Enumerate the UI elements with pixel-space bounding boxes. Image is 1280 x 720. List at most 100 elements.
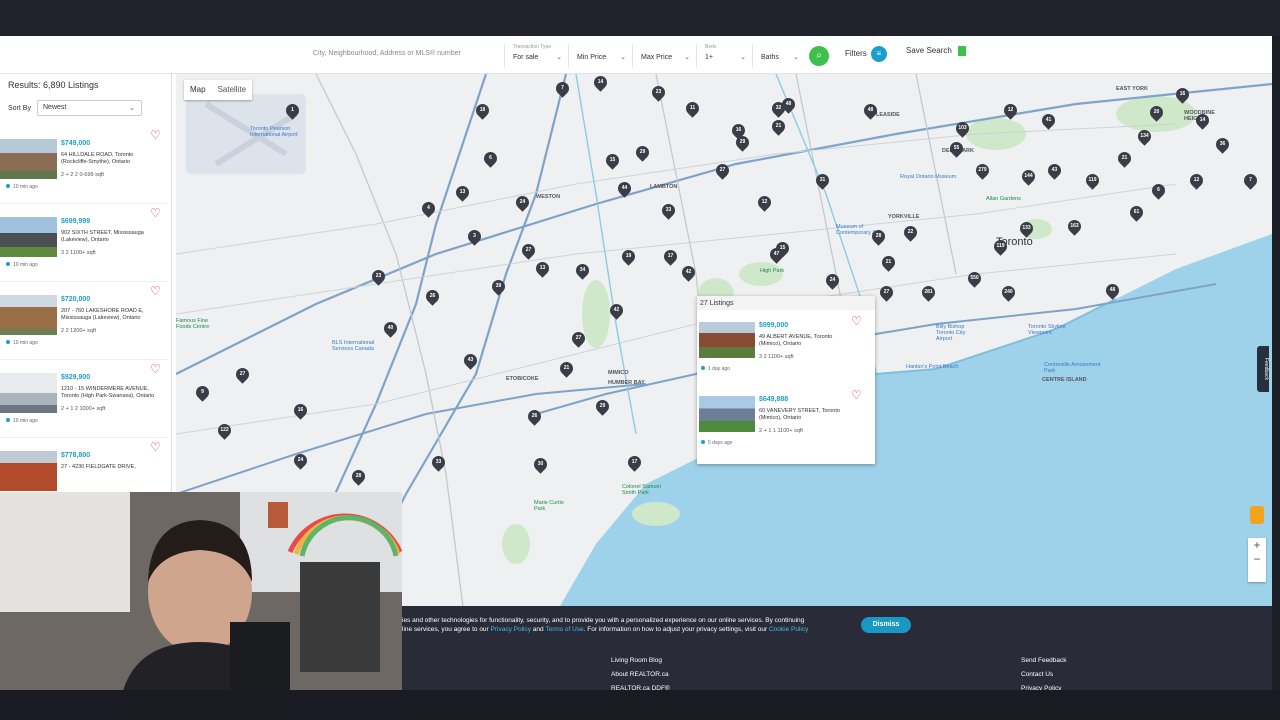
listing-price[interactable]: $699,999	[61, 218, 90, 225]
cookie-policy-link[interactable]: Cookie Policy	[769, 626, 808, 633]
listing-address[interactable]: 49 ALBERT AVENUE, Toronto (Mimico), Onta…	[759, 334, 849, 348]
map-pin[interactable]: 24	[513, 193, 532, 212]
listing-photo[interactable]	[0, 217, 57, 257]
map-pin[interactable]: 19	[619, 247, 638, 266]
listing-price[interactable]: $649,888	[759, 396, 788, 403]
map-pin[interactable]: 21	[1115, 149, 1134, 168]
map-pin[interactable]: 48	[861, 101, 880, 120]
map-pin[interactable]: 47	[767, 245, 786, 264]
map-pin[interactable]: 17	[661, 247, 680, 266]
map-pin[interactable]: 48	[779, 95, 798, 114]
map-pin[interactable]: 29	[593, 397, 612, 416]
map-pin[interactable]: 27	[519, 241, 538, 260]
map-pin[interactable]: 24	[291, 451, 310, 470]
listing-address[interactable]: 1210 - 15 WINDERMERE AVENUE, Toronto (Hi…	[61, 386, 161, 400]
favorite-heart-icon[interactable]: ♡	[150, 440, 161, 454]
footer-link[interactable]: Privacy Policy	[1021, 682, 1067, 690]
map-pin[interactable]: 134	[1135, 127, 1154, 146]
map-pin[interactable]: 36	[1213, 135, 1232, 154]
save-search-button[interactable]: Save Search	[906, 46, 966, 56]
favorite-heart-icon[interactable]: ♡	[851, 314, 862, 328]
map-pin[interactable]: 21	[557, 359, 576, 378]
map-pin[interactable]: 12	[1001, 101, 1020, 120]
map-pin[interactable]: 6	[1149, 181, 1168, 200]
listing-photo[interactable]	[0, 451, 57, 491]
zoom-in-button[interactable]: +	[1248, 538, 1266, 552]
map-pin[interactable]: 40	[381, 319, 400, 338]
map-pin[interactable]: 103	[953, 119, 972, 138]
favorite-heart-icon[interactable]: ♡	[851, 388, 862, 402]
map-pin[interactable]: 33	[429, 453, 448, 472]
map-pin[interactable]: 41	[1039, 111, 1058, 130]
map-pin[interactable]: 4	[419, 199, 438, 218]
map-pin[interactable]: 28	[869, 227, 888, 246]
map-pin[interactable]: 31	[813, 171, 832, 190]
popup-listing-card[interactable]: ♡ $999,000 49 ALBERT AVENUE, Toronto (Mi…	[697, 314, 869, 388]
popup-listing-card[interactable]: ♡ $649,888 60 VANEVERY STREET, Toronto (…	[697, 388, 869, 462]
map-pin[interactable]: 48	[1103, 281, 1122, 300]
listing-address[interactable]: 207 - 760 LAKESHORE ROAD E, Mississauga …	[61, 308, 161, 322]
search-button[interactable]: ⌕	[809, 46, 829, 66]
map-pin[interactable]: 3	[465, 227, 484, 246]
map-pin[interactable]: 24	[823, 271, 842, 290]
map-pin[interactable]: 279	[973, 161, 992, 180]
listing-price[interactable]: $929,900	[61, 374, 90, 381]
map-pin[interactable]: 12	[755, 193, 774, 212]
map-pin[interactable]: 44	[615, 179, 634, 198]
favorite-heart-icon[interactable]: ♡	[150, 362, 161, 376]
listing-card[interactable]: ♡ $749,000 64 HILLDALE ROAD, Toronto (Ro…	[0, 126, 168, 204]
footer-link[interactable]: Living Room Blog	[611, 654, 670, 668]
listing-photo[interactable]	[699, 396, 755, 432]
map-pin[interactable]: 21	[769, 117, 788, 136]
map-pin[interactable]: 16	[291, 401, 310, 420]
listing-card[interactable]: ♡ $720,000 207 - 760 LAKESHORE ROAD E, M…	[0, 282, 168, 360]
listing-address[interactable]: 64 HILLDALE ROAD, Toronto (Rockcliffe-Sm…	[61, 152, 161, 166]
map-pin[interactable]: 281	[919, 283, 938, 302]
map-pin[interactable]: 42	[607, 301, 626, 320]
tab-satellite[interactable]: Satellite	[212, 80, 252, 100]
map-pin[interactable]: 15	[603, 151, 622, 170]
transaction-type-select[interactable]: Transaction Type For sale ⌄	[505, 44, 569, 68]
map-pin[interactable]: 34	[573, 261, 592, 280]
map-pin[interactable]: 17	[625, 453, 644, 472]
map-pin[interactable]: 240	[999, 283, 1018, 302]
map-pin[interactable]: 27	[233, 365, 252, 384]
map-pin[interactable]: 23	[369, 267, 388, 286]
map-pin[interactable]: 12	[1187, 171, 1206, 190]
listing-photo[interactable]	[0, 373, 57, 413]
listing-price[interactable]: $778,800	[61, 452, 90, 459]
map-pin[interactable]: 39	[489, 277, 508, 296]
map-pin[interactable]: 7	[553, 79, 572, 98]
max-price-select[interactable]: Max Price ⌄	[633, 44, 697, 68]
footer-link[interactable]: Contact Us	[1021, 668, 1067, 682]
map-pin[interactable]: 550	[965, 269, 984, 288]
map-pin[interactable]: 11	[683, 99, 702, 118]
map-pin[interactable]: 20	[1147, 103, 1166, 122]
footer-link[interactable]: Send Feedback	[1021, 654, 1067, 668]
listing-photo[interactable]	[699, 322, 755, 358]
map-pin[interactable]: 14	[1193, 111, 1212, 130]
listing-address[interactable]: 27 - 4230 FIELDGATE DRIVE,	[61, 464, 161, 471]
cluster-popup[interactable]: 27 Listings ♡ $999,000 49 ALBERT AVENUE,…	[697, 296, 875, 464]
listing-price[interactable]: $999,000	[759, 322, 788, 329]
map-pin[interactable]: 6	[481, 149, 500, 168]
privacy-policy-link[interactable]: Privacy Policy	[491, 626, 531, 633]
map-pin[interactable]: 43	[461, 351, 480, 370]
map-pin[interactable]: 29	[633, 143, 652, 162]
map-pin[interactable]: 26	[525, 407, 544, 426]
map-pin[interactable]: 22	[901, 223, 920, 242]
favorite-heart-icon[interactable]: ♡	[150, 284, 161, 298]
map-pin[interactable]: 1	[283, 101, 302, 120]
map-pin[interactable]: 26	[423, 287, 442, 306]
listing-price[interactable]: $749,000	[61, 140, 90, 147]
map-pin[interactable]: 27	[877, 283, 896, 302]
map-pin[interactable]: 61	[1127, 203, 1146, 222]
sort-by-select[interactable]: Newest ⌄	[37, 100, 142, 116]
map-pin[interactable]: 122	[215, 421, 234, 440]
tab-map[interactable]: Map	[184, 80, 212, 100]
map-pin[interactable]: 163	[1065, 217, 1084, 236]
search-input[interactable]: City, Neighbourhood, Address or MLS® num…	[305, 44, 505, 68]
listing-card[interactable]: ♡ $929,900 1210 - 15 WINDERMERE AVENUE, …	[0, 360, 168, 438]
filters-button[interactable]: Filters ≡	[845, 46, 887, 62]
map-pin[interactable]: 30	[531, 455, 550, 474]
